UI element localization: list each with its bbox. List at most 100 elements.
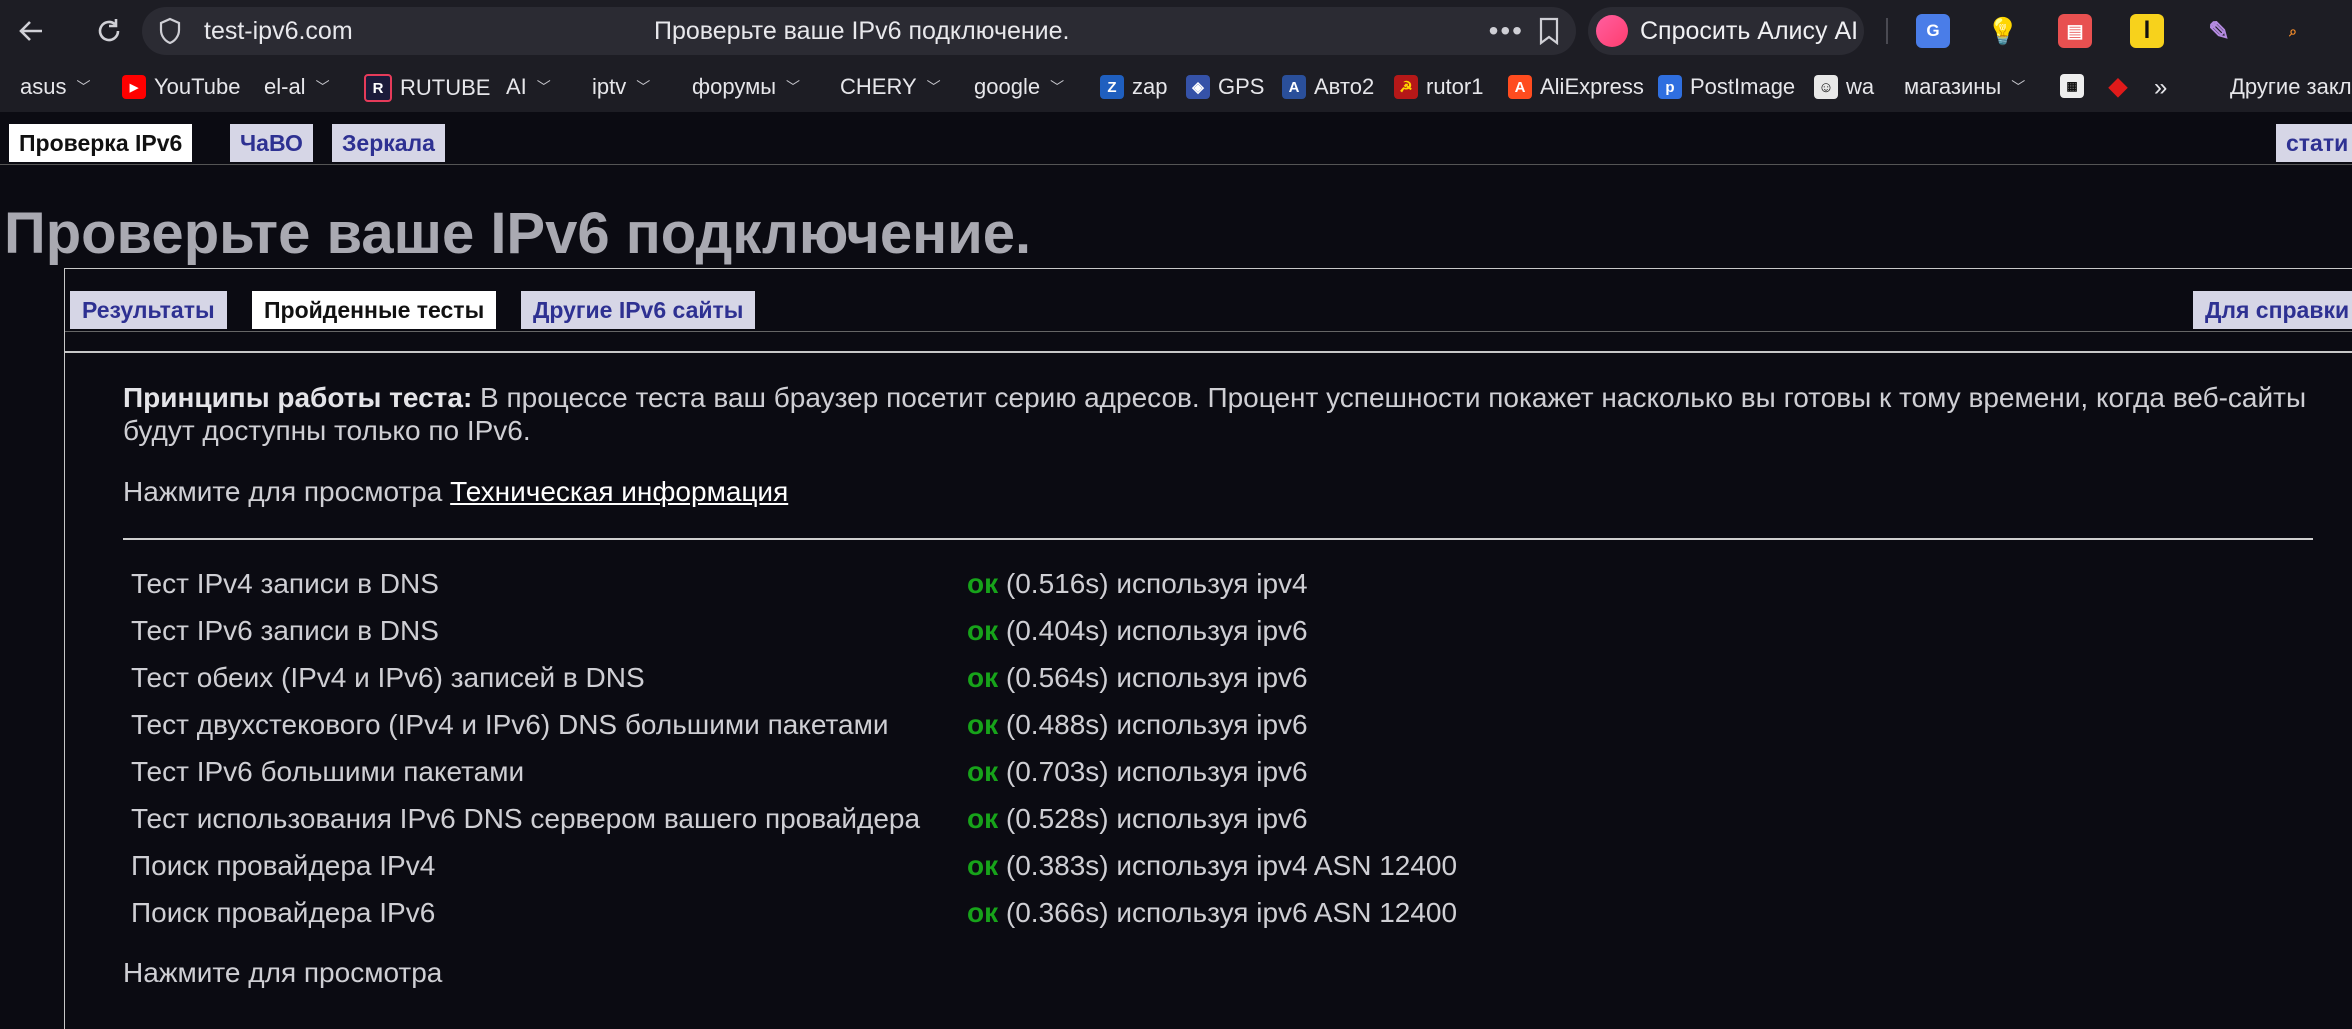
bookmark-youtube[interactable]: ▶ YouTube	[122, 74, 240, 100]
test-detail: (0.488s) используя ipv6	[1005, 709, 1308, 740]
page-tab-title: Проверьте ваше IPv6 подключение.	[654, 16, 1070, 45]
alice-logo-icon	[1596, 15, 1628, 47]
rutube-icon: R	[364, 74, 392, 102]
test-detail: (0.516s) используя ipv4	[1005, 568, 1308, 599]
bookmark-folder-iptv[interactable]: iptv ﹀	[592, 74, 650, 100]
panel-divider	[65, 351, 2352, 353]
tab-stats[interactable]: стати	[2276, 124, 2352, 162]
search-extension-icon[interactable]: ⌕	[2276, 14, 2310, 48]
test-result: ок (0.564s) используя ipv6	[959, 654, 1465, 701]
tab-other-ipv6-sites[interactable]: Другие IPv6 сайты	[521, 291, 756, 329]
feather-extension-icon[interactable]: ✎	[2202, 14, 2236, 48]
chevron-down-icon: ﹀	[315, 79, 330, 95]
reload-icon	[98, 19, 120, 42]
test-name: Тест IPv6 большими пакетами	[131, 756, 525, 787]
bookmark-label: AliExpress	[1540, 74, 1644, 99]
test-name: Тест IPv6 записи в DNS	[131, 615, 439, 646]
page-title: Проверьте ваше IPv6 подключение.	[4, 201, 1032, 266]
bookmark-label: rutor1	[1426, 74, 1484, 99]
status-ok: ок	[967, 709, 999, 740]
bookmark-label: zap	[1132, 74, 1168, 99]
tab-faq[interactable]: ЧаВО	[230, 124, 313, 162]
results-sub-tabs: Результаты Пройденные тесты Другие IPv6 …	[65, 289, 2352, 332]
bookmark-label: Авто2	[1314, 74, 1375, 99]
tab-mirrors[interactable]: Зеркала	[332, 124, 445, 162]
bookmark-label: el-al	[264, 74, 306, 99]
tab-tests-run[interactable]: Пройденные тесты	[252, 291, 497, 329]
l-extension-icon[interactable]: l	[2130, 14, 2164, 48]
tab-for-help[interactable]: Для справки	[2193, 291, 2352, 329]
test-principles: Принципы работы теста: В процессе теста …	[123, 381, 2323, 447]
chevron-down-icon: ﹀	[76, 79, 91, 95]
chevron-down-icon: ﹀	[536, 79, 551, 95]
youtube-icon: ▶	[122, 75, 146, 99]
bookmark-rutube[interactable]: R RUTUBE	[364, 74, 490, 102]
test-detail: (0.404s) используя ipv6	[1005, 615, 1308, 646]
bookmark-folder-asus[interactable]: asus ﹀	[20, 74, 90, 100]
bookmark-folder-google[interactable]: google ﹀	[974, 74, 1064, 100]
tab-results[interactable]: Результаты	[70, 291, 227, 329]
bookmark-rutor1[interactable]: ☭ rutor1	[1394, 74, 1483, 100]
tech-info-link[interactable]: Техническая информация	[450, 476, 788, 507]
more-icon[interactable]: •••	[1489, 15, 1524, 47]
test-detail: (0.703s) используя ipv6	[1005, 756, 1308, 787]
bookmark-folder-shops[interactable]: магазины ﹀	[1904, 74, 2025, 100]
zap-icon: Z	[1100, 75, 1124, 99]
bookmark-auto2[interactable]: A Авто2	[1282, 74, 1374, 100]
chevron-down-icon: ﹀	[786, 79, 801, 95]
bookmark-zap[interactable]: Zzap	[1100, 74, 1167, 100]
status-ok: ок	[967, 615, 999, 646]
bookmark-red-diamond[interactable]: ◆	[2106, 72, 2138, 100]
bookmark-news-icon-link[interactable]: ▦	[2060, 74, 2092, 98]
chevron-down-icon: ﹀	[926, 79, 941, 95]
reload-button[interactable]	[86, 8, 132, 54]
test-result: ок (0.404s) используя ipv6	[959, 607, 1465, 654]
bookmark-label: iptv	[592, 74, 627, 99]
lightbulb-extension-icon[interactable]: 💡	[1986, 14, 2020, 48]
tab-check-ipv6[interactable]: Проверка IPv6	[9, 124, 193, 162]
bookmark-label: форумы	[692, 74, 777, 99]
bookmark-gps[interactable]: ◈ GPS	[1186, 74, 1264, 100]
bookmark-waze[interactable]: ☺ wa	[1814, 74, 1874, 100]
shield-icon	[159, 17, 181, 45]
site-nav-tabs: Проверка IPv6 ЧаВО Зеркала стати	[0, 124, 2352, 165]
test-detail: (0.383s) используя ipv4 ASN 12400	[1005, 850, 1458, 881]
table-row: Тест двухстекового (IPv4 и IPv6) DNS бол…	[123, 701, 1465, 748]
address-bar[interactable]: test-ipv6.com Проверьте ваше IPv6 подклю…	[142, 7, 1576, 55]
ask-alice-button[interactable]: Спросить Алису AI	[1588, 7, 1864, 55]
bookmark-folder-chery[interactable]: CHERY ﹀	[840, 74, 941, 100]
test-name: Тест двухстекового (IPv4 и IPv6) DNS бол…	[131, 709, 889, 740]
bookmark-folder-forums[interactable]: форумы ﹀	[692, 74, 800, 100]
tests-content: Принципы работы теста: В процессе теста …	[123, 381, 2323, 989]
bookmark-label: wa	[1846, 74, 1875, 99]
other-bookmarks-folder[interactable]: Другие закл	[2230, 74, 2352, 100]
status-ok: ок	[967, 850, 999, 881]
tests-table: Тест IPv4 записи в DNS ок (0.516s) исполь…	[123, 560, 1465, 936]
back-button[interactable]	[8, 8, 54, 54]
chevron-down-icon: ﹀	[2011, 79, 2026, 95]
bookmark-folder-el-al[interactable]: el-al ﹀	[264, 74, 330, 100]
more-info-line[interactable]: Нажмите для просмотра	[123, 956, 2323, 989]
test-result: ок (0.516s) используя ipv4	[959, 560, 1465, 607]
bookmark-label: AI	[506, 74, 527, 99]
gps-icon: ◈	[1186, 75, 1210, 99]
bookmark-aliexpress[interactable]: A AliExpress	[1508, 74, 1644, 100]
status-ok: ок	[967, 897, 999, 928]
bookmarks-overflow-button[interactable]: »	[2154, 74, 2167, 102]
chevron-down-icon: ﹀	[636, 79, 651, 95]
table-row: Поиск провайдера IPv4 ок (0.383s) использ…	[123, 842, 1465, 889]
bookmark-label: CHERY	[840, 74, 917, 99]
printer-extension-icon[interactable]: ▤	[2058, 14, 2092, 48]
bookmark-icon[interactable]	[1536, 17, 1562, 45]
bookmark-postimage[interactable]: p PostImage	[1658, 74, 1795, 100]
translate-extension-icon[interactable]: G	[1916, 14, 1950, 48]
postimage-icon: p	[1658, 75, 1682, 99]
test-detail: (0.366s) используя ipv6 ASN 12400	[1005, 897, 1458, 928]
bookmark-label: RUTUBE	[400, 75, 491, 100]
bookmark-folder-ai[interactable]: AI ﹀	[506, 74, 551, 100]
toolbar-divider	[1886, 18, 1888, 44]
auto-icon: A	[1282, 75, 1306, 99]
url-domain: test-ipv6.com	[204, 16, 353, 45]
test-name: Тест IPv4 записи в DNS	[131, 568, 439, 599]
red-diamond-icon: ◆	[2108, 72, 2128, 100]
